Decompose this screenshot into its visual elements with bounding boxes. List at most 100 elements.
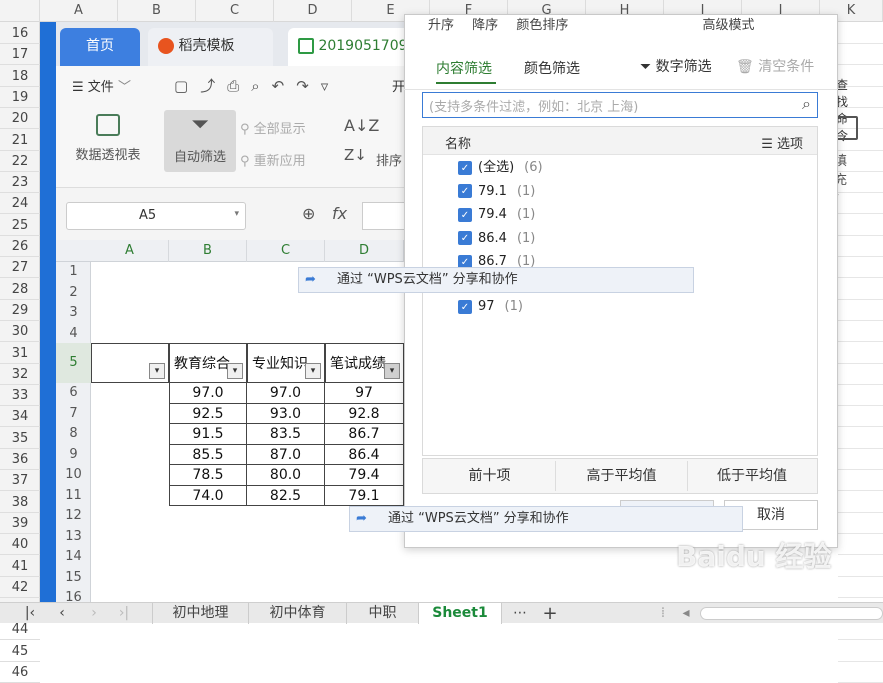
outer-row-header-35[interactable]: 35 — [0, 428, 40, 449]
table-cell[interactable]: 80.0 — [247, 465, 325, 486]
outer-row-header-36[interactable]: 36 — [0, 449, 40, 470]
reapply-button[interactable]: ⚲ 重新应用 — [240, 150, 306, 169]
header-cell-a5[interactable]: ▾ — [91, 343, 169, 383]
outer-row-header-24[interactable]: 24 — [0, 193, 40, 215]
outer-grid-row[interactable] — [838, 385, 883, 407]
top-ten-button[interactable]: 前十项 — [424, 461, 556, 491]
outer-row-header-33[interactable]: 33 — [0, 385, 40, 407]
outer-grid-row[interactable] — [838, 257, 883, 279]
checkbox-checked-icon[interactable]: ✓ — [458, 299, 472, 314]
outer-row-header-45[interactable]: 45 — [0, 641, 40, 662]
table-cell[interactable]: 93.0 — [247, 403, 325, 424]
outer-grid-row[interactable] — [838, 534, 883, 556]
more-sheets-icon[interactable]: ⋯ — [508, 603, 532, 624]
tab-color-filter[interactable]: 颜色筛选 — [524, 58, 580, 78]
checkbox-checked-icon[interactable]: ✓ — [458, 231, 472, 245]
outer-row-header-38[interactable]: 38 — [0, 492, 40, 513]
first-sheet-icon[interactable]: |‹ — [18, 603, 42, 624]
outer-grid-row[interactable] — [838, 428, 883, 449]
options-button[interactable]: ☰ 选项 — [761, 133, 803, 152]
inner-col-d[interactable]: D — [325, 240, 404, 262]
checkbox-checked-icon[interactable]: ✓ — [458, 184, 472, 198]
tab-content-filter[interactable]: 内容筛选 — [436, 58, 492, 78]
table-cell[interactable]: 97 — [325, 383, 404, 404]
name-box[interactable]: A5 ▾ — [66, 202, 246, 230]
inner-row-header-7[interactable]: 7 — [56, 404, 91, 425]
table-cell[interactable]: 97.0 — [169, 383, 247, 404]
color-sort-label[interactable]: 颜色排序 — [516, 18, 568, 32]
last-sheet-icon[interactable]: ›| — [112, 603, 136, 624]
cloud-share-tooltip[interactable]: ➦ 通过 “WPS云文档” 分享和协作 — [298, 267, 694, 293]
outer-row-header-41[interactable]: 41 — [0, 556, 40, 577]
table-cell[interactable]: 86.7 — [325, 424, 404, 445]
sort-desc-label[interactable]: 降序 — [472, 18, 498, 32]
filter-list-item[interactable]: ✓ 79.1 (1) — [458, 182, 535, 202]
inner-row-header-1[interactable]: 1 — [56, 262, 91, 283]
inner-row-header-13[interactable]: 13 — [56, 527, 91, 548]
sheet-tab-geography[interactable]: 初中地理 — [152, 603, 248, 624]
inner-row-header-15[interactable]: 15 — [56, 568, 91, 589]
table-cell[interactable]: 79.4 — [325, 465, 404, 486]
outer-row-header-34[interactable]: 34 — [0, 406, 40, 428]
outer-grid-row[interactable] — [838, 577, 883, 598]
inner-row-header-6[interactable]: 6 — [56, 383, 91, 404]
outer-row-header-31[interactable]: 31 — [0, 343, 40, 364]
sort-button[interactable]: 排序 — [376, 150, 402, 169]
outer-row-header-25[interactable]: 25 — [0, 215, 40, 236]
outer-grid-row[interactable] — [838, 343, 883, 364]
inner-row-header-14[interactable]: 14 — [56, 547, 91, 568]
outer-grid-row[interactable] — [838, 23, 883, 44]
inner-col-b[interactable]: B — [169, 240, 247, 262]
prev-sheet-icon[interactable]: ‹ — [50, 603, 74, 624]
outer-grid-row[interactable] — [838, 449, 883, 470]
advanced-mode-label[interactable]: 高级模式 — [702, 18, 754, 32]
show-all-button[interactable]: ⚲ 全部显示 — [240, 118, 306, 137]
outer-grid-row[interactable] — [838, 44, 883, 66]
outer-row-header-30[interactable]: 30 — [0, 321, 40, 343]
above-average-button[interactable]: 高于平均值 — [556, 461, 688, 491]
sort-asc-label[interactable]: 升序 — [428, 18, 454, 32]
header-cell-c5[interactable]: 专业知识 ▾ — [247, 343, 325, 383]
filter-list-item[interactable]: ✓ (全选) (6) — [458, 158, 543, 178]
outer-grid-row[interactable] — [838, 513, 883, 534]
scroll-left-icon[interactable]: ◂ — [678, 603, 694, 624]
table-cell[interactable]: 82.5 — [247, 485, 325, 506]
outer-grid-row[interactable] — [838, 321, 883, 343]
outer-grid-row[interactable] — [838, 662, 883, 683]
checkbox-checked-icon[interactable]: ✓ — [458, 207, 472, 222]
filter-dropdown-icon[interactable]: ▾ — [227, 363, 243, 379]
zoom-formula-icon[interactable]: ⊕ — [302, 204, 315, 223]
col-header-a[interactable]: A — [40, 0, 118, 22]
save-icon[interactable]: ▢ — [174, 77, 200, 95]
inner-row-header-2[interactable]: 2 — [56, 283, 91, 304]
outer-grid-row[interactable] — [838, 556, 883, 577]
filter-dropdown-icon[interactable]: ▾ — [149, 363, 165, 379]
sheet-tab-vocational[interactable]: 中职 — [346, 603, 418, 624]
below-average-button[interactable]: 低于平均值 — [688, 461, 816, 491]
add-sheet-icon[interactable]: + — [538, 603, 562, 624]
outer-grid-row[interactable] — [838, 641, 883, 662]
filter-search-input[interactable]: (支持多条件过滤，例如：北京 上海) ⌕ — [422, 92, 818, 118]
header-cell-d5[interactable]: 笔试成绩 ▾ — [325, 343, 404, 383]
inner-row-header-5[interactable]: 5 — [56, 343, 91, 383]
outer-row-header-39[interactable]: 39 — [0, 513, 40, 534]
table-cell[interactable]: 78.5 — [169, 465, 247, 486]
inner-row-header-11[interactable]: 11 — [56, 486, 91, 507]
outer-row-header-42[interactable]: 42 — [0, 577, 40, 598]
outer-row-header-17[interactable]: 17 — [0, 44, 40, 66]
print-icon[interactable]: ⎙ — [227, 77, 251, 95]
outer-row-header-32[interactable]: 32 — [0, 364, 40, 385]
pivot-table-button[interactable]: 数据透视表 — [68, 114, 148, 163]
export-icon[interactable]: ⤴ — [200, 77, 227, 95]
corner-cell[interactable] — [0, 0, 40, 22]
tab-home[interactable]: 首页 — [60, 28, 140, 66]
inner-row-header-10[interactable]: 10 — [56, 465, 91, 486]
outer-grid-row[interactable] — [838, 279, 883, 300]
sort-za-icon[interactable]: Z↓ — [344, 146, 367, 164]
inner-col-c[interactable]: C — [247, 240, 325, 262]
fx-icon[interactable]: fx — [332, 204, 347, 223]
inner-row-header-8[interactable]: 8 — [56, 424, 91, 445]
inner-row-header-3[interactable]: 3 — [56, 303, 91, 324]
outer-grid-row[interactable] — [838, 406, 883, 428]
outer-row-header-46[interactable]: 46 — [0, 662, 40, 683]
